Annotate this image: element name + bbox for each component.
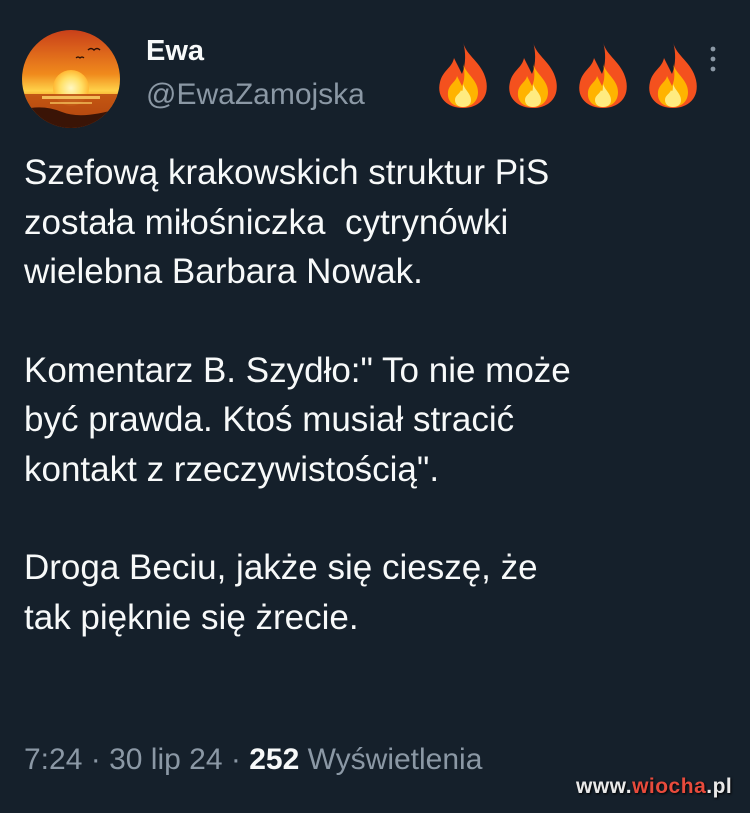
more-vertical-icon[interactable] xyxy=(704,44,722,74)
author-handle[interactable]: @EwaZamojska xyxy=(146,78,365,112)
sunset-avatar-image xyxy=(22,30,120,128)
tweet-card: Ewa @EwaZamojska Szefową krakowskich str… xyxy=(0,0,750,813)
author-display-name[interactable]: Ewa xyxy=(146,34,204,68)
tweet-paragraph: Szefową krakowskich struktur PiS została… xyxy=(24,153,550,291)
fire-icon xyxy=(649,42,697,108)
watermark-suffix: .pl xyxy=(706,775,733,798)
meta-separator: · xyxy=(90,743,101,776)
fire-icon xyxy=(439,42,487,108)
fire-icon xyxy=(579,42,627,108)
tweet-meta: 7:24 · 30 lip 24 · 252 Wyświetlenia xyxy=(24,742,482,778)
tweet-date[interactable]: 30 lip 24 xyxy=(109,743,222,776)
avatar[interactable] xyxy=(22,30,120,128)
name-emoji-group xyxy=(432,40,704,110)
watermark-accent: wiocha xyxy=(632,775,707,798)
tweet-text: Szefową krakowskich struktur PiS została… xyxy=(24,148,734,642)
tweet-paragraph: Komentarz B. Szydło:" To nie może być pr… xyxy=(24,350,571,489)
tweet-paragraph: Droga Beciu, jakże się cieszę, że tak pi… xyxy=(24,548,538,637)
views-label[interactable]: Wyświetlenia xyxy=(308,743,483,776)
tweet-time[interactable]: 7:24 xyxy=(24,743,82,776)
watermark: www.wiocha.pl xyxy=(576,775,732,799)
fire-icon xyxy=(509,42,557,108)
watermark-prefix: www. xyxy=(576,775,633,798)
views-count[interactable]: 252 xyxy=(249,743,299,776)
meta-separator: · xyxy=(230,743,241,776)
